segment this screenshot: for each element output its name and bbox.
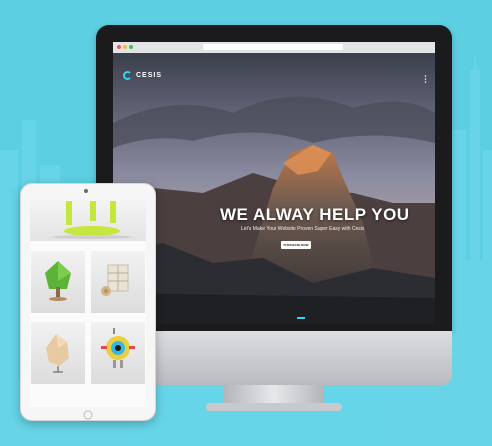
hero-section: CESIS WE ALWAY HELP YOU Let's Make Your … bbox=[113, 53, 435, 324]
product-tile-stone[interactable] bbox=[31, 322, 85, 384]
close-window-icon[interactable] bbox=[117, 45, 121, 49]
stone-product-icon bbox=[46, 334, 69, 373]
ipad-device bbox=[20, 183, 156, 421]
camera-icon bbox=[84, 189, 88, 193]
hero-title: WE ALWAY HELP YOU bbox=[220, 205, 410, 224]
product-tile-tree[interactable] bbox=[31, 251, 85, 313]
hero-mountain-image bbox=[113, 53, 435, 324]
purchase-button[interactable]: PURCHASE NOW bbox=[281, 241, 311, 249]
imac-stand bbox=[224, 385, 324, 405]
ipad-screen bbox=[30, 201, 146, 407]
home-button-icon[interactable] bbox=[83, 410, 93, 420]
lamp-product-icon bbox=[52, 201, 132, 239]
imac-screen: CESIS WE ALWAY HELP YOU Let's Make Your … bbox=[113, 42, 435, 324]
scroll-indicator bbox=[297, 317, 305, 319]
maximize-window-icon[interactable] bbox=[129, 45, 133, 49]
address-bar[interactable] bbox=[203, 44, 343, 50]
product-tile-robot[interactable] bbox=[91, 322, 145, 384]
minimize-window-icon[interactable] bbox=[123, 45, 127, 49]
hero-subtitle: Let's Make Your Website Proven Super Eas… bbox=[241, 226, 365, 232]
logo-text: CESIS bbox=[136, 72, 163, 79]
product-tile-box[interactable] bbox=[91, 251, 145, 313]
site-logo[interactable]: CESIS bbox=[123, 71, 162, 80]
imac-foot bbox=[206, 403, 342, 411]
box-product-icon bbox=[101, 264, 129, 296]
tree-product-icon bbox=[45, 261, 71, 301]
product-tile-lamp[interactable] bbox=[30, 201, 146, 241]
logo-icon bbox=[123, 71, 132, 80]
menu-icon[interactable] bbox=[424, 75, 427, 83]
robot-product-icon bbox=[101, 328, 135, 368]
